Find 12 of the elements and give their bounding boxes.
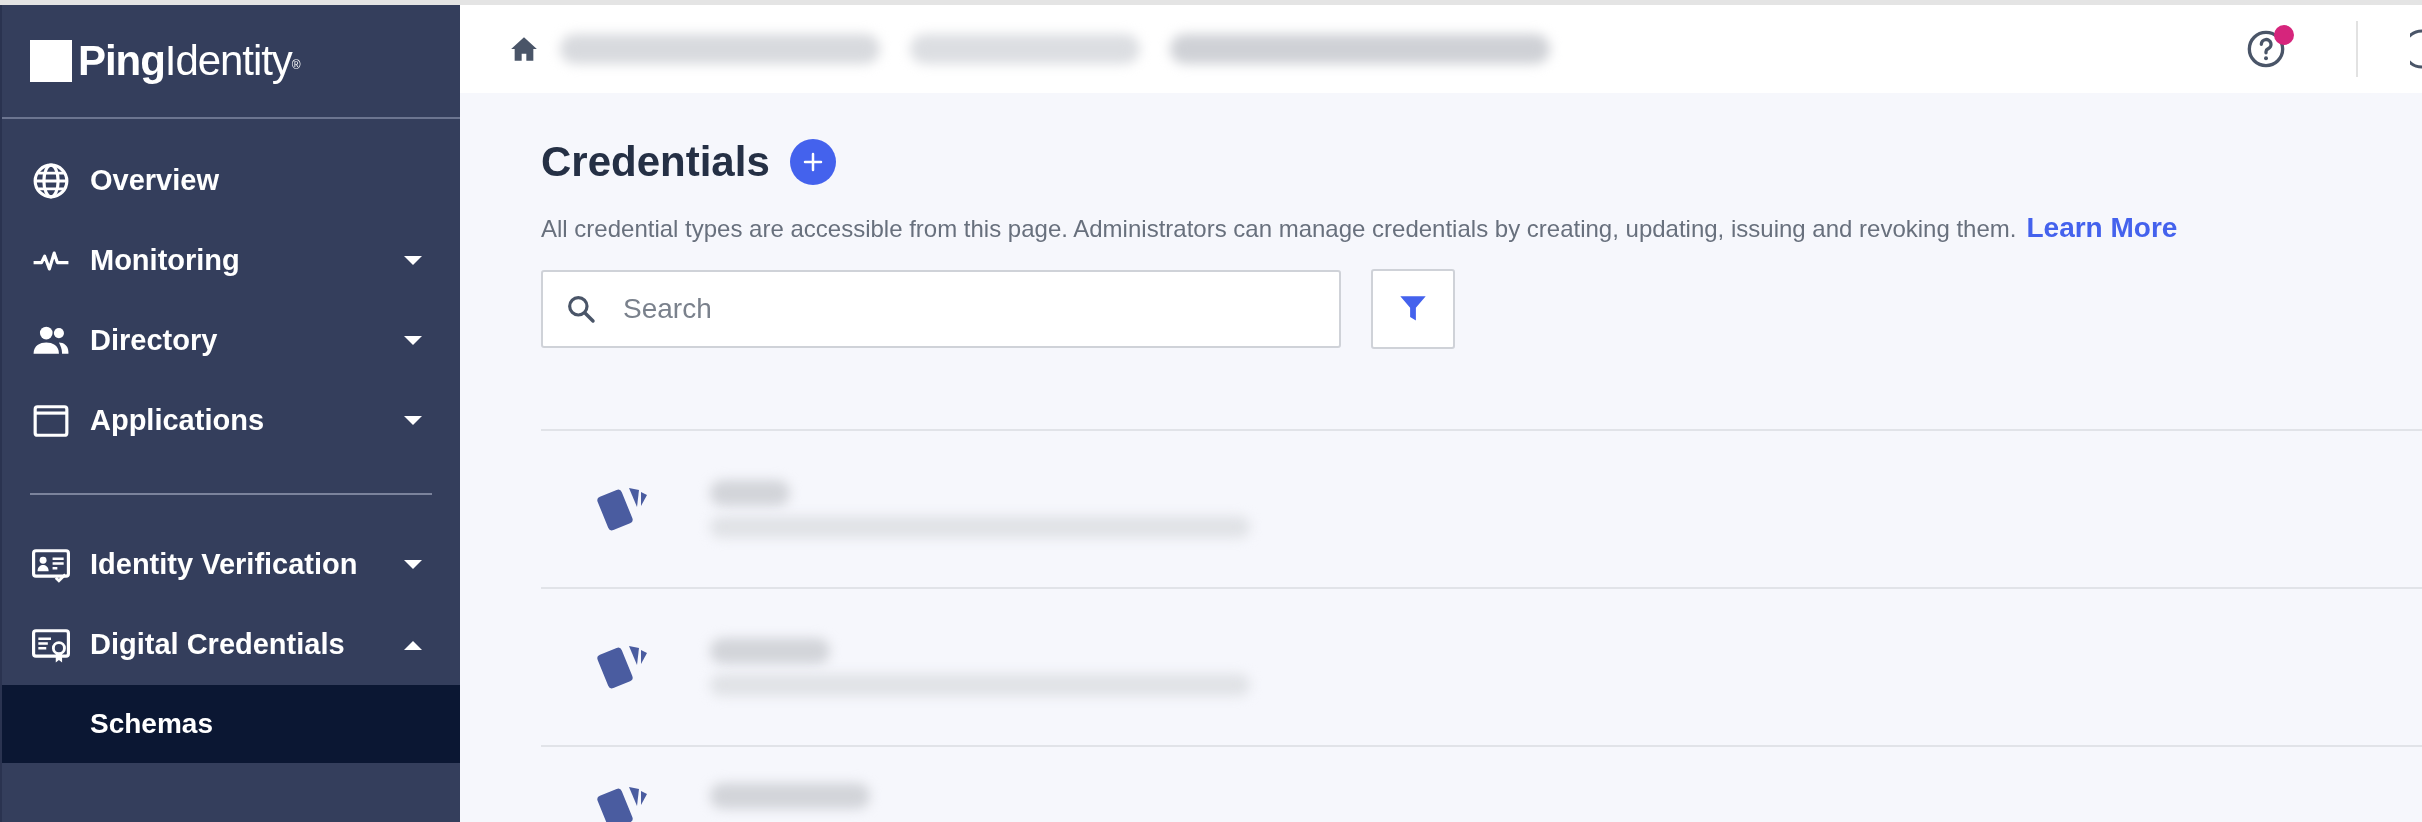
- nav-item[interactable]: Overview: [2, 141, 460, 221]
- nav-item[interactable]: Directory: [2, 301, 460, 381]
- nav-subitem[interactable]: Schemas: [2, 685, 460, 763]
- nav-item[interactable]: Applications: [2, 381, 460, 461]
- nav-item[interactable]: Monitoring: [2, 221, 460, 301]
- search-field[interactable]: Search: [541, 270, 1341, 348]
- page-title: Credentials: [541, 141, 770, 183]
- learn-more-link[interactable]: Learn More: [2026, 207, 2178, 249]
- logo-text: PingIdentity$^{®}$: [78, 40, 300, 82]
- nav-item[interactable]: Identity Verification: [2, 525, 460, 605]
- nav-item[interactable]: Digital Credentials: [2, 605, 460, 685]
- page-description: All credential types are accessible from this page. Administrators can manage credentials by creating, updating, issuing and revoking them.: [541, 214, 2017, 244]
